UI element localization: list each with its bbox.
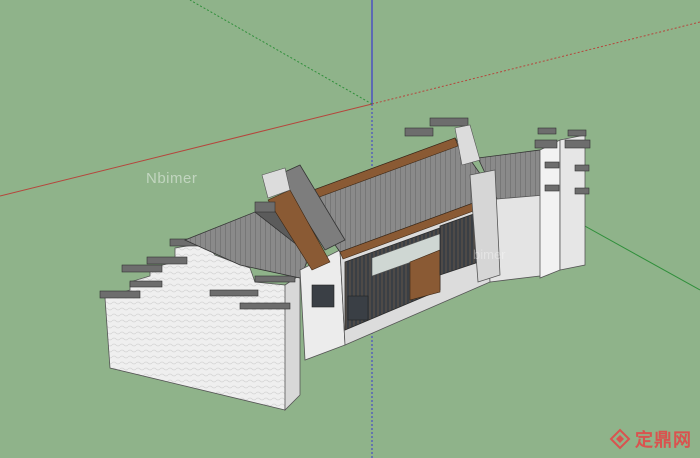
right-gable-walls[interactable] — [534, 127, 591, 279]
model-viewport[interactable]: Nbimer bimer 定鼎网 — [0, 0, 700, 458]
green-axis-dashed — [189, 0, 373, 105]
brand-name: 定鼎网 — [635, 430, 692, 451]
watermark-left: Nbimer — [146, 170, 198, 187]
diamond-logo-icon — [609, 428, 631, 450]
watermark-right: bimer — [473, 247, 506, 262]
right-connector-roof[interactable] — [469, 149, 549, 283]
brand-logo: 定鼎网 — [609, 426, 692, 452]
red-axis-dashed — [371, 21, 700, 105]
model-scene[interactable] — [0, 0, 700, 458]
